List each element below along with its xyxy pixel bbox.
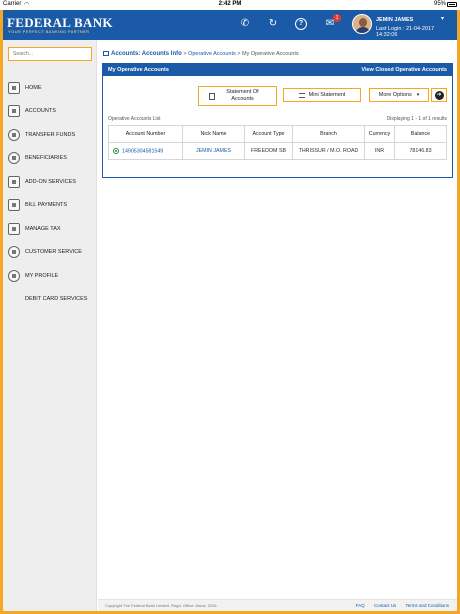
sidebar-item-my-profile[interactable]: MY PROFILE bbox=[3, 268, 97, 286]
column-header: Nick Name bbox=[182, 125, 245, 143]
account-number[interactable]: 14905304581549 bbox=[122, 148, 163, 154]
sidebar-item-label: BILL PAYMENTS bbox=[25, 202, 68, 208]
column-header: Branch bbox=[292, 125, 365, 143]
column-header: Account Type bbox=[244, 125, 293, 143]
account-type-cell: FREEDOM SB bbox=[244, 142, 293, 160]
chevron-down-icon: ▾ bbox=[416, 92, 420, 98]
footer: Copyright The Federal Bank Limited. Regd… bbox=[98, 599, 457, 611]
battery-icon bbox=[447, 2, 457, 7]
profile-icon bbox=[8, 270, 20, 282]
avatar[interactable] bbox=[352, 14, 372, 34]
sidebar-item-label: TRANSFER FUNDS bbox=[25, 132, 76, 138]
brand-tagline: YOUR PERFECT BANKING PARTNER bbox=[8, 29, 90, 34]
mini-statement-button[interactable]: Mini Statement bbox=[283, 88, 361, 102]
help-icon[interactable]: ? bbox=[295, 18, 307, 30]
refresh-icon[interactable]: ↻ bbox=[267, 18, 279, 30]
sidebar-item-label: CUSTOMER SERVICE bbox=[25, 249, 82, 255]
table-header-row: Account Number Nick Name Account Type Br… bbox=[108, 125, 447, 143]
results-count: Displaying 1 - 1 of 1 results bbox=[386, 116, 447, 122]
sidebar-item-label: DEBIT CARD SERVICES bbox=[25, 296, 88, 302]
list-caption: Operative Accounts List bbox=[108, 116, 161, 122]
battery-percentage: 95% bbox=[433, 1, 446, 7]
phone-icon[interactable]: ✆ bbox=[239, 18, 251, 30]
sidebar: HOME ACCOUNTS TRANSFER FUNDS BENEFICIARI… bbox=[3, 40, 97, 611]
operative-accounts-panel: My Operative Accounts View Closed Operat… bbox=[102, 63, 453, 178]
accounts-table: Account Number Nick Name Account Type Br… bbox=[108, 125, 447, 160]
status-bar: Carrier ◠ 2:42 PM 95% bbox=[0, 0, 460, 10]
sidebar-item-label: BENEFICIARIES bbox=[25, 155, 67, 161]
sidebar-item-beneficiaries[interactable]: BENEFICIARIES bbox=[3, 150, 97, 168]
selected-radio[interactable] bbox=[113, 147, 119, 154]
accounts-info-icon bbox=[103, 51, 109, 57]
addon-icon bbox=[8, 176, 20, 188]
go-button[interactable]: ➜ bbox=[431, 88, 447, 102]
notification-badge: 1 bbox=[333, 14, 341, 22]
app-frame: FEDERAL BANK YOUR PERFECT BANKING PARTNE… bbox=[0, 10, 460, 614]
sidebar-item-label: ADD-ON SERVICES bbox=[25, 179, 76, 185]
faq-link[interactable]: FAQ bbox=[356, 603, 365, 608]
bill-icon bbox=[8, 199, 20, 211]
sidebar-item-label: ACCOUNTS bbox=[25, 108, 56, 114]
sidebar-item-home[interactable]: HOME bbox=[3, 80, 97, 98]
tax-icon bbox=[8, 223, 20, 235]
copyright-text: Copyright The Federal Bank Limited. Regd… bbox=[105, 603, 218, 608]
breadcrumb: Accounts: Accounts Info > Operative Acco… bbox=[103, 51, 299, 57]
breadcrumb-separator: > bbox=[183, 51, 187, 57]
column-header: Currency bbox=[364, 125, 395, 143]
terms-link[interactable]: Terms and Conditions bbox=[405, 603, 449, 608]
balance-cell: 78146.83 bbox=[394, 142, 447, 160]
customer-service-icon bbox=[8, 246, 20, 258]
transfer-icon bbox=[8, 129, 20, 141]
search-input[interactable] bbox=[8, 47, 92, 61]
statement-icon bbox=[208, 92, 215, 100]
app-header: FEDERAL BANK YOUR PERFECT BANKING PARTNE… bbox=[3, 10, 457, 40]
sidebar-item-manage-tax[interactable]: MANAGE TAX bbox=[3, 221, 97, 239]
beneficiaries-icon bbox=[8, 152, 20, 164]
statement-button-label: Statement Of Accounts bbox=[226, 89, 259, 102]
user-menu-caret-icon[interactable]: ▾ bbox=[441, 15, 444, 22]
sidebar-item-label: HOME bbox=[25, 85, 42, 91]
column-header: Account Number bbox=[108, 125, 183, 143]
sidebar-item-bill-payments[interactable]: BILL PAYMENTS bbox=[3, 197, 97, 215]
breadcrumb-section[interactable]: Accounts: Accounts Info bbox=[111, 51, 182, 57]
breadcrumb-separator: > bbox=[237, 51, 241, 57]
panel-title: My Operative Accounts bbox=[108, 67, 169, 73]
sidebar-item-customer-service[interactable]: CUSTOMER SERVICE bbox=[3, 244, 97, 262]
clock: 2:42 PM bbox=[218, 1, 242, 7]
list-icon bbox=[298, 92, 305, 98]
sidebar-item-transfer-funds[interactable]: TRANSFER FUNDS bbox=[3, 127, 97, 145]
sidebar-item-label: MANAGE TAX bbox=[25, 226, 61, 232]
mini-statement-label: Mini Statement bbox=[308, 92, 346, 98]
accounts-icon bbox=[8, 105, 20, 117]
table-row[interactable]: 14905304581549 JEMIN JAMES FREEDOM SB TH… bbox=[108, 142, 447, 160]
view-closed-accounts-link[interactable]: View Closed Operative Accounts bbox=[361, 67, 447, 73]
statement-of-accounts-button[interactable]: Statement Of Accounts bbox=[198, 86, 277, 106]
panel-header: My Operative Accounts View Closed Operat… bbox=[103, 64, 452, 76]
arrow-right-icon: ➜ bbox=[434, 90, 444, 100]
more-options-label: More Options bbox=[378, 92, 412, 98]
branch-cell: THRISSUR / M.O. ROAD bbox=[292, 142, 365, 160]
home-icon bbox=[8, 82, 20, 94]
breadcrumb-operative-accounts[interactable]: Operative Accounts bbox=[188, 51, 236, 57]
sidebar-item-debit-card-services[interactable]: DEBIT CARD SERVICES bbox=[3, 291, 97, 309]
column-header: Balance bbox=[394, 125, 447, 143]
sidebar-item-accounts[interactable]: ACCOUNTS bbox=[3, 103, 97, 121]
nick-name-cell[interactable]: JEMIN JAMES bbox=[182, 142, 245, 160]
main-content: Accounts: Accounts Info > Operative Acco… bbox=[98, 40, 457, 611]
breadcrumb-current: My Operative Accounts bbox=[242, 51, 299, 57]
user-name: JEMIN JAMES bbox=[376, 17, 414, 23]
sidebar-item-label: MY PROFILE bbox=[25, 273, 59, 279]
sidebar-item-addon-services[interactable]: ADD-ON SERVICES bbox=[3, 174, 97, 192]
footer-links: FAQ Contact Us Terms and Conditions bbox=[348, 603, 449, 608]
last-login: Last Login : 21-04-2017 14:32:06 bbox=[376, 26, 435, 38]
currency-cell: INR bbox=[364, 142, 395, 160]
mail-icon[interactable]: ✉ 1 bbox=[324, 14, 341, 30]
more-options-select[interactable]: More Options ▾ bbox=[369, 88, 429, 102]
account-number-cell[interactable]: 14905304581549 bbox=[108, 142, 183, 160]
contact-us-link[interactable]: Contact Us bbox=[374, 603, 396, 608]
